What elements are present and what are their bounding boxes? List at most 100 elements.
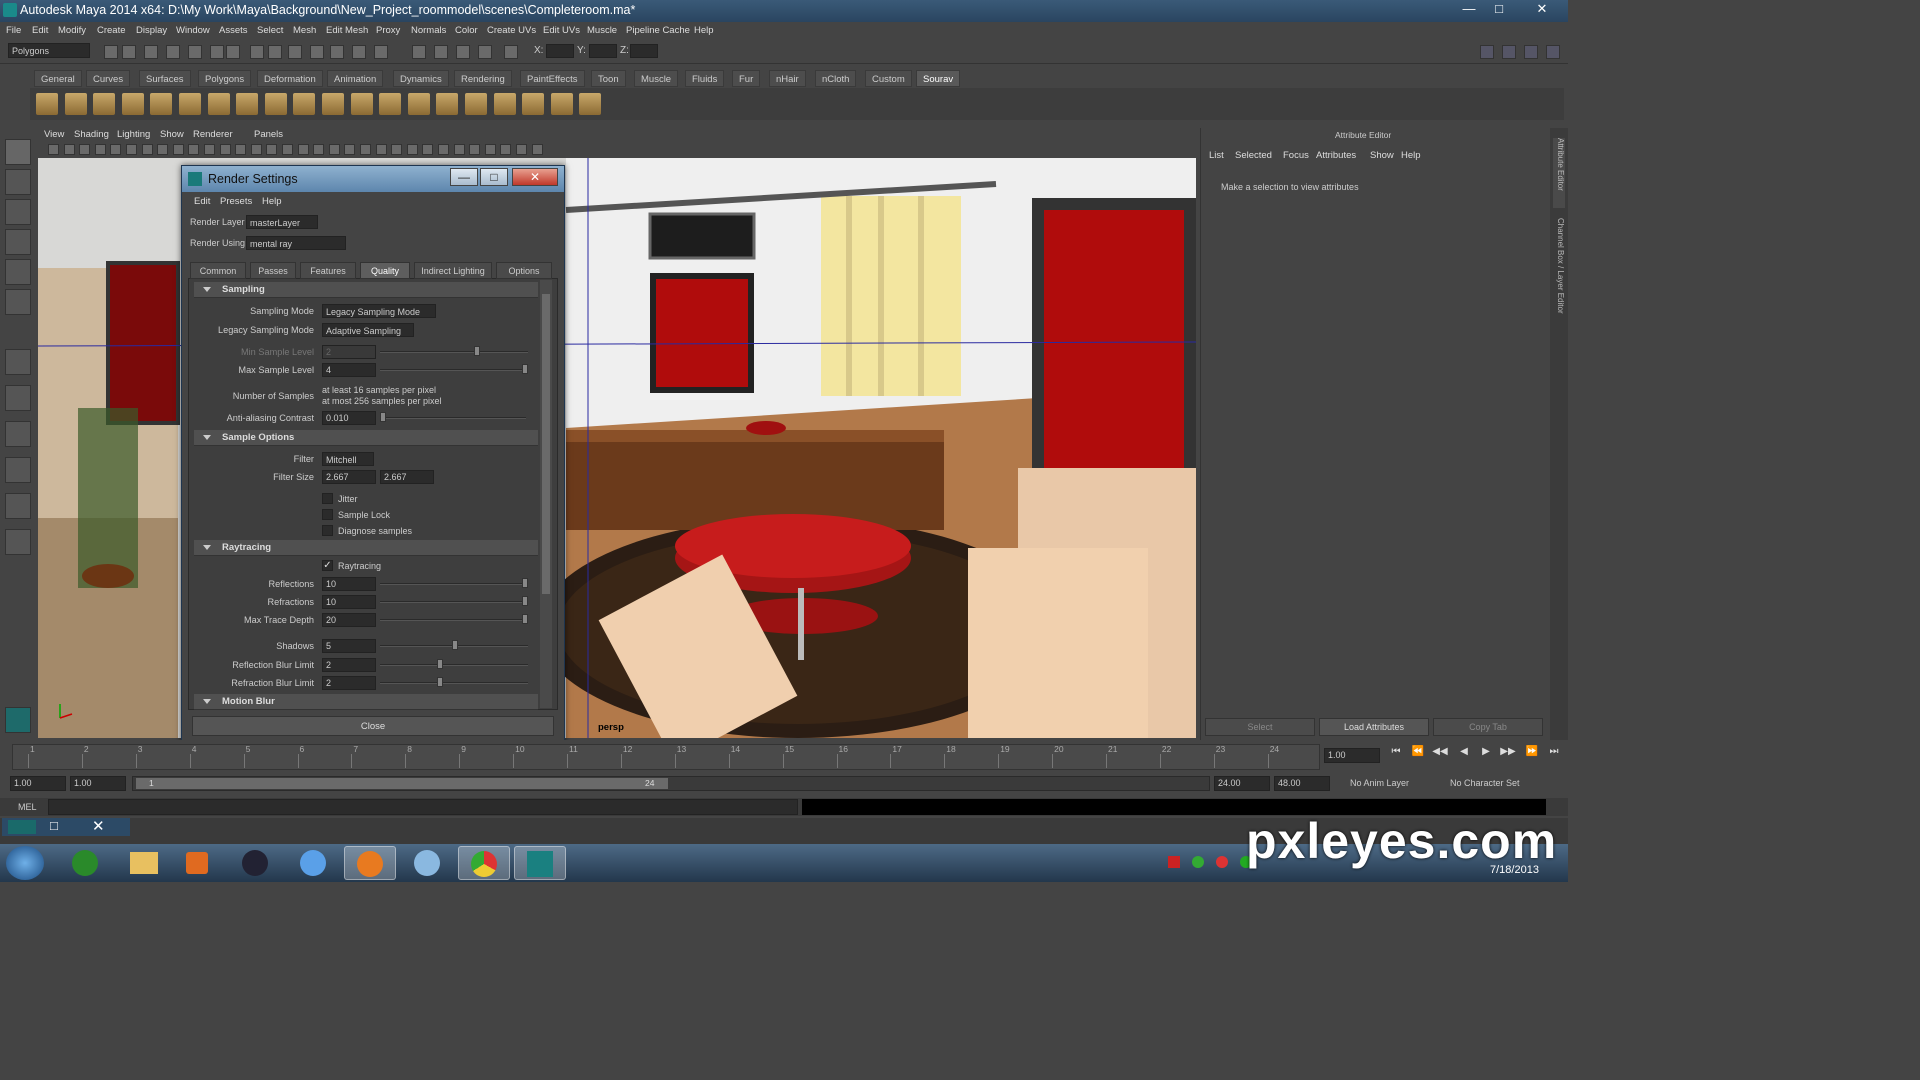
menu-pipeline-cache[interactable]: Pipeline Cache <box>626 25 690 36</box>
menu-help[interactable]: Help <box>694 25 714 36</box>
viewport-tool-13-icon[interactable] <box>235 144 247 155</box>
panel-toggle-2-icon[interactable] <box>1502 45 1516 59</box>
viewport-tool-16-icon[interactable] <box>282 144 293 155</box>
layout-single-icon[interactable] <box>5 349 31 375</box>
media-center-icon[interactable] <box>230 846 282 880</box>
rs-maximize-button[interactable]: □ <box>480 168 508 186</box>
rs-menu-edit[interactable]: Edit <box>194 196 210 207</box>
shelf-tab-painteffects[interactable]: PaintEffects <box>520 70 585 87</box>
media-player-icon[interactable] <box>172 846 224 880</box>
shelf-tab-rendering[interactable]: Rendering <box>454 70 512 87</box>
itunes-icon[interactable] <box>288 846 340 880</box>
viewport-tool-6-icon[interactable] <box>126 144 137 155</box>
layout-uv-icon[interactable] <box>5 529 31 555</box>
minimize-button[interactable]: — <box>1455 0 1483 19</box>
shelf-tool-14-icon[interactable] <box>407 93 430 115</box>
viewport-tool-10-icon[interactable] <box>188 144 200 155</box>
menu-mesh[interactable]: Mesh <box>293 25 316 36</box>
attr-menu-selected[interactable]: Selected <box>1235 150 1272 161</box>
go-start-icon[interactable]: ⏮ <box>1388 746 1404 760</box>
select-button[interactable]: Select <box>1205 718 1315 736</box>
rs-tab-passes[interactable]: Passes <box>250 262 296 279</box>
menu-window[interactable]: Window <box>176 25 210 36</box>
legacy-sampling-select[interactable]: Adaptive Sampling <box>322 323 414 337</box>
status-tool-18-icon[interactable] <box>478 45 492 59</box>
menu-normals[interactable]: Normals <box>411 25 446 36</box>
go-end-icon[interactable]: ⏭ <box>1546 746 1562 760</box>
range-end-time[interactable]: 48.00 <box>1274 776 1330 791</box>
playback-start-time[interactable]: 1.00 <box>70 776 126 791</box>
range-start-time[interactable]: 1.00 <box>10 776 66 791</box>
max-trace-depth-slider[interactable] <box>380 614 528 624</box>
play-back-icon[interactable]: ◀ <box>1456 746 1472 760</box>
filter-select[interactable]: Mitchell <box>322 452 374 466</box>
shelf-tool-18-icon[interactable] <box>522 93 545 115</box>
shelf-tab-curves[interactable]: Curves <box>86 70 131 87</box>
viewport-tool-1-icon[interactable] <box>48 144 59 155</box>
viewport-menu-renderer[interactable]: Renderer <box>193 129 233 140</box>
motion-blur-section[interactable]: Motion Blur <box>194 694 538 710</box>
shadows-slider[interactable] <box>380 640 528 650</box>
shelf-tab-animation[interactable]: Animation <box>327 70 384 87</box>
reflection-blur-slider[interactable] <box>380 659 528 669</box>
rs-close-bottom-button[interactable]: Close <box>192 716 554 736</box>
viewport-tool-17-icon[interactable] <box>297 144 309 155</box>
viewport-menu-show[interactable]: Show <box>160 129 184 140</box>
viewport-tool-22-icon[interactable] <box>375 144 387 155</box>
lasso-tool-icon[interactable] <box>5 169 31 195</box>
explorer-icon[interactable] <box>118 846 170 880</box>
viewport-tool-30-icon[interactable] <box>500 144 512 155</box>
status-tool-5-icon[interactable] <box>188 45 202 59</box>
shelf-tool-17-icon[interactable] <box>493 93 516 115</box>
shelf-tab-deformation[interactable]: Deformation <box>257 70 323 87</box>
viewport-tool-18-icon[interactable] <box>313 144 325 155</box>
status-tool-8-icon[interactable] <box>250 45 264 59</box>
status-tool-9-icon[interactable] <box>268 45 282 59</box>
minimized-restore-icon[interactable]: □ <box>50 818 58 833</box>
shelf-tab-ncloth[interactable]: nCloth <box>815 70 857 87</box>
shelf-tab-fur[interactable]: Fur <box>732 70 761 87</box>
y-field[interactable] <box>589 44 617 58</box>
menu-create-uvs[interactable]: Create UVs <box>487 25 536 36</box>
render-settings-titlebar[interactable]: Render Settings — □ ✕ <box>182 166 564 192</box>
range-bar-handle[interactable] <box>136 778 668 789</box>
menu-modify[interactable]: Modify <box>58 25 86 36</box>
status-tool-13-icon[interactable] <box>352 45 366 59</box>
viewport-tool-4-icon[interactable] <box>94 144 106 155</box>
menu-edit[interactable]: Edit <box>32 25 48 36</box>
panel-toggle-4-icon[interactable] <box>1546 45 1560 59</box>
scale-tool-icon[interactable] <box>5 289 31 315</box>
max-sample-field[interactable]: 4 <box>322 363 376 377</box>
anim-layer-select[interactable]: No Anim Layer <box>1350 778 1409 788</box>
shelf-tool-20-icon[interactable] <box>579 93 602 115</box>
viewport-tool-23-icon[interactable] <box>391 144 403 155</box>
viewport-tool-28-icon[interactable] <box>469 144 481 155</box>
menu-color[interactable]: Color <box>455 25 478 36</box>
menu-edit-mesh[interactable]: Edit Mesh <box>326 25 368 36</box>
panel-toggle-3-icon[interactable] <box>1524 45 1538 59</box>
shelf-tab-fluids[interactable]: Fluids <box>685 70 725 87</box>
refractions-field[interactable]: 10 <box>322 595 376 609</box>
attr-menu-show[interactable]: Show <box>1370 150 1394 161</box>
shelf-tool-4-icon[interactable] <box>121 93 144 115</box>
rs-tab-features[interactable]: Features <box>300 262 356 279</box>
menu-select[interactable]: Select <box>257 25 283 36</box>
menu-display[interactable]: Display <box>136 25 167 36</box>
tray-antivirus-icon[interactable] <box>1216 856 1228 868</box>
shelf-tab-muscle[interactable]: Muscle <box>634 70 679 87</box>
status-tool-2-icon[interactable] <box>122 45 136 59</box>
status-tool-3-icon[interactable] <box>144 45 158 59</box>
shelf-tool-16-icon[interactable] <box>465 93 487 115</box>
aa-contrast-slider[interactable] <box>380 412 526 422</box>
quality-scrollbar[interactable] <box>540 280 552 708</box>
mel-label[interactable]: MEL <box>18 802 37 812</box>
render-layer-select[interactable]: masterLayer <box>246 215 318 229</box>
viewport-tool-26-icon[interactable] <box>438 144 449 155</box>
viewport-tool-11-icon[interactable] <box>204 144 215 155</box>
jitter-checkbox[interactable] <box>322 493 333 504</box>
chrome-icon[interactable] <box>458 846 510 880</box>
viewport-tool-25-icon[interactable] <box>422 144 434 155</box>
viewport-menu-panels[interactable]: Panels <box>254 129 283 140</box>
shelf-tool-7-icon[interactable] <box>207 93 230 115</box>
aa-contrast-field[interactable]: 0.010 <box>322 411 376 425</box>
